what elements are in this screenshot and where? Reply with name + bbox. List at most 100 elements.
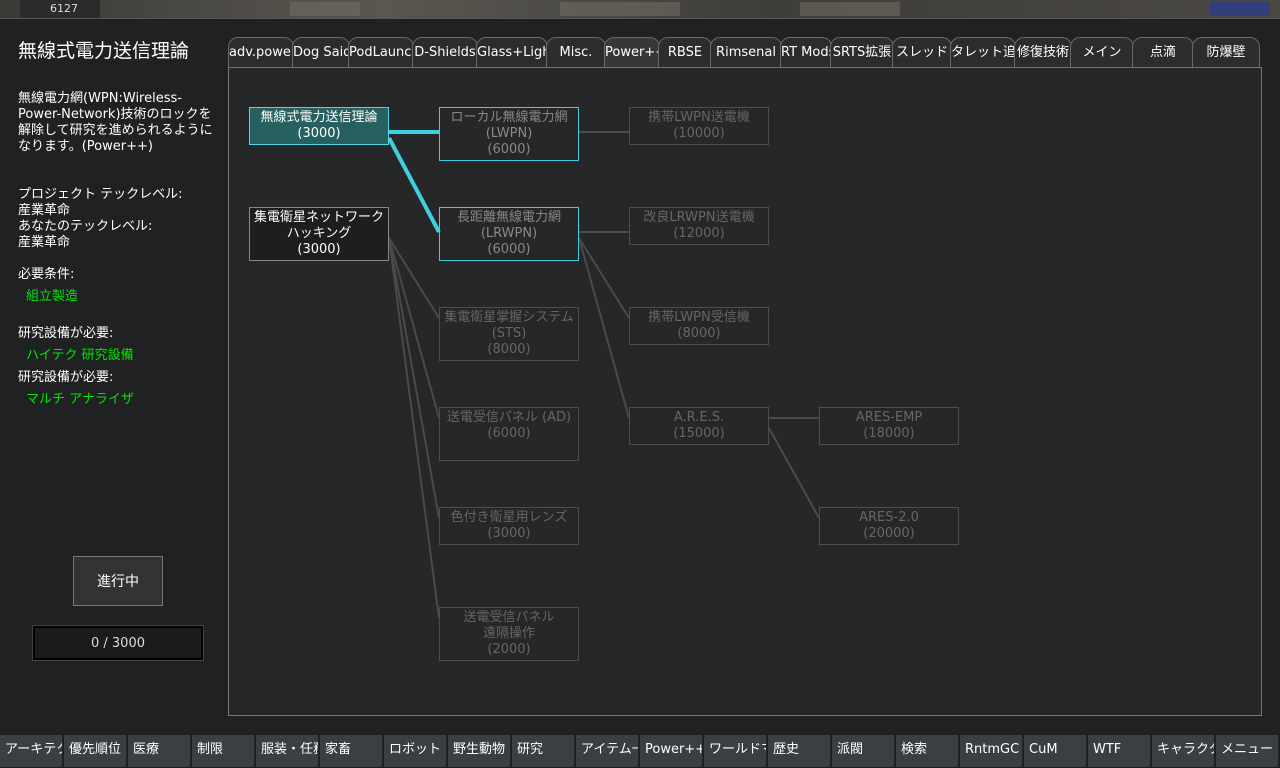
- project-description: 無線電力網(WPN:Wireless-Power-Network)技術のロックを…: [18, 91, 213, 154]
- tab[interactable]: Glass+Lights: [476, 37, 548, 69]
- main-tab-button[interactable]: ロボット: [384, 735, 447, 767]
- node-text: (8000): [487, 342, 531, 357]
- node-text: 携帯LWPN受信機: [648, 310, 750, 325]
- project-title: 無線式電力送信理論: [18, 40, 190, 62]
- research-node[interactable]: A.R.E.S. (15000): [629, 407, 769, 445]
- game-world-strip: 6127: [0, 0, 1280, 18]
- project-info-panel: 無線式電力送信理論 無線電力網(WPN:Wireless-Power-Netwo…: [0, 19, 228, 735]
- bench-label: 研究設備が必要:: [18, 326, 114, 341]
- node-text: 改良LRWPN送電機: [643, 210, 755, 225]
- main-tab-button[interactable]: Power++: [640, 735, 703, 767]
- main-tab-button[interactable]: 服装・任務: [256, 735, 319, 767]
- main-tab-button[interactable]: アイテム一覧: [576, 735, 639, 767]
- node-text: 携帯LWPN送電機: [648, 110, 750, 125]
- tab[interactable]: RT Mods: [780, 37, 832, 69]
- tab[interactable]: SRTS拡張: [830, 37, 894, 69]
- your-level-value: 産業革命: [18, 235, 71, 250]
- research-node[interactable]: 送電受信パネル (AD) (6000): [439, 407, 579, 461]
- node-text: (LRWPN): [480, 226, 538, 241]
- main-tab-button[interactable]: 歴史: [768, 735, 831, 767]
- node-text: ARES-EMP: [855, 410, 923, 425]
- main-tab-button[interactable]: 医療: [128, 735, 191, 767]
- node-text: 遠隔操作: [482, 626, 535, 641]
- node-text: (18000): [863, 426, 915, 441]
- research-progress-bar: 0 / 3000: [32, 625, 204, 661]
- main-tab-button[interactable]: 検索: [896, 735, 959, 767]
- main-tab-button[interactable]: WTF: [1088, 735, 1151, 767]
- bench-label: 研究設備が必要:: [18, 370, 114, 385]
- world-decoration: [800, 2, 900, 16]
- research-node[interactable]: 集電衛星ネットワークハッキング (3000): [249, 207, 389, 261]
- tab[interactable]: タレット追加: [950, 37, 1016, 69]
- node-text: 送電受信パネル: [463, 610, 555, 625]
- research-node[interactable]: ARES-EMP (18000): [819, 407, 959, 445]
- main-tab-button[interactable]: アーキテクト: [0, 735, 63, 767]
- node-text: (6000): [487, 142, 531, 157]
- tab[interactable]: RBSE: [658, 37, 712, 69]
- research-node[interactable]: 集電衛星掌握システム (STS) (8000): [439, 307, 579, 361]
- research-node[interactable]: 送電受信パネル 遠隔操作 (2000): [439, 607, 579, 661]
- bench-value: マルチ アナライザ: [26, 392, 134, 407]
- main-tab-button[interactable]: 派閥: [832, 735, 895, 767]
- start-research-button[interactable]: 進行中: [73, 556, 163, 606]
- main-tab-button[interactable]: 研究: [512, 735, 575, 767]
- main-tab-button[interactable]: RntmGC: [960, 735, 1023, 767]
- main-tab-button[interactable]: CuM: [1024, 735, 1087, 767]
- main-tab-button[interactable]: 家畜: [320, 735, 383, 767]
- node-text: A.R.E.S.: [673, 410, 725, 425]
- world-decoration: [1210, 2, 1270, 16]
- research-node[interactable]: 携帯LWPN送電機 (10000): [629, 107, 769, 145]
- node-text: ローカル無線電力網: [450, 110, 568, 125]
- node-text: (6000): [487, 242, 531, 257]
- main-tab-button[interactable]: 優先順位: [64, 735, 127, 767]
- research-node[interactable]: ARES-2.0 (20000): [819, 507, 959, 545]
- research-node[interactable]: 改良LRWPN送電機 (12000): [629, 207, 769, 245]
- research-node[interactable]: ローカル無線電力網 (LWPN) (6000): [439, 107, 579, 161]
- main-tab-button[interactable]: キャラクター: [1152, 735, 1215, 767]
- tab[interactable]: Power++: [604, 37, 660, 70]
- research-tabs: adv.power Dog Said PodLaunch D-Shields Glass…: [228, 37, 1268, 70]
- node-text: 長距離無線電力網: [456, 210, 561, 225]
- main-tab-button[interactable]: メニュー: [1216, 735, 1279, 767]
- tab[interactable]: Misc.: [546, 37, 606, 69]
- main-button-bar: アーキテクト優先順位医療制限服装・任務家畜ロボット野生動物研究アイテム一覧Pow…: [0, 734, 1280, 768]
- node-text: (15000): [673, 426, 725, 441]
- node-text: (LWPN): [485, 126, 533, 141]
- node-text: 無線式電力送信理論: [260, 110, 378, 125]
- research-tree: 無線式電力送信理論 (3000) 集電衛星ネットワークハッキング (3000) ローカル…: [228, 67, 1262, 716]
- research-node[interactable]: 無線式電力送信理論 (3000): [249, 107, 389, 145]
- research-node[interactable]: 長距離無線電力網 (LRWPN) (6000): [439, 207, 579, 261]
- main-tab-button[interactable]: 野生動物: [448, 735, 511, 767]
- research-node[interactable]: 色付き衛星用レンズ (3000): [439, 507, 579, 545]
- node-text: (12000): [673, 226, 725, 241]
- tab[interactable]: メイン: [1070, 37, 1134, 69]
- tab[interactable]: Dog Said: [292, 37, 350, 69]
- node-text: 送電受信パネル (AD): [446, 410, 572, 425]
- node-text: 色付き衛星用レンズ: [450, 510, 568, 525]
- node-text: (8000): [677, 326, 721, 341]
- node-text: (20000): [863, 526, 915, 541]
- prereq-label: 必要条件:: [18, 267, 75, 282]
- node-text: (6000): [487, 426, 531, 441]
- your-level-label: あなたのテックレベル:: [18, 219, 153, 234]
- tab[interactable]: スレッド: [892, 37, 952, 69]
- research-node[interactable]: 携帯LWPN受信機 (8000): [629, 307, 769, 345]
- tab[interactable]: adv.power: [228, 37, 294, 69]
- silver-counter: 6127: [20, 0, 100, 18]
- tab[interactable]: 点滴: [1132, 37, 1194, 69]
- tab[interactable]: PodLaunch: [348, 37, 414, 69]
- node-text: (3000): [297, 126, 341, 141]
- node-text: (STS): [491, 326, 527, 341]
- tab[interactable]: 防爆壁: [1192, 37, 1260, 69]
- node-text: (2000): [487, 642, 531, 657]
- tab[interactable]: D-Shields: [412, 37, 478, 69]
- tab[interactable]: 修復技術: [1014, 37, 1072, 69]
- world-decoration: [290, 2, 360, 16]
- node-text: (3000): [297, 242, 341, 257]
- tech-level-value: 産業革命: [18, 203, 71, 218]
- node-text: 集電衛星掌握システム: [444, 310, 574, 325]
- main-tab-button[interactable]: 制限: [192, 735, 255, 767]
- research-window: 無線式電力送信理論 無線電力網(WPN:Wireless-Power-Netwo…: [0, 18, 1280, 734]
- main-tab-button[interactable]: ワールドマップ: [704, 735, 767, 767]
- tab[interactable]: Rimsenal: [710, 37, 782, 69]
